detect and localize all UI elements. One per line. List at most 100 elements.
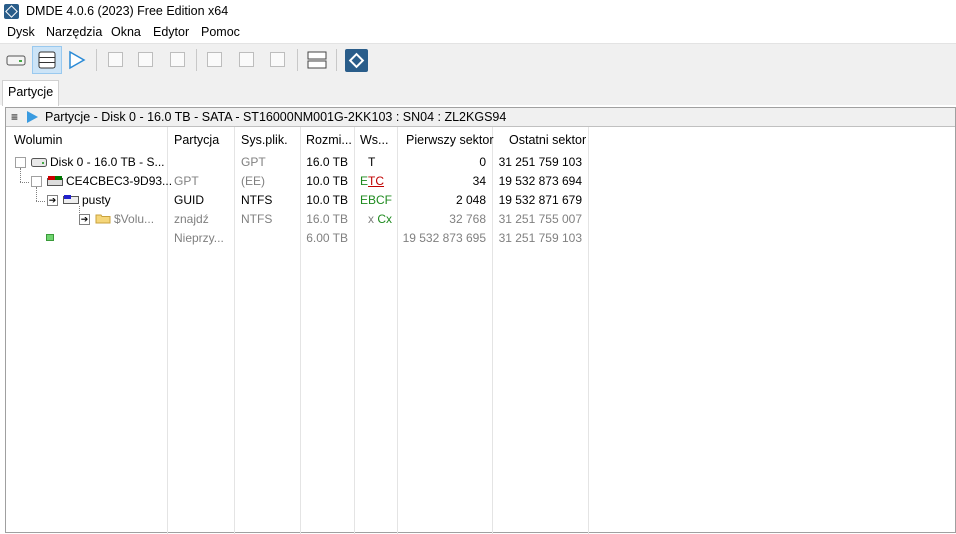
flags: EBCF xyxy=(360,193,393,207)
toolbar xyxy=(0,43,956,78)
tree-line xyxy=(36,201,45,202)
last-sector: 31 251 759 103 xyxy=(498,231,582,245)
disk-button[interactable] xyxy=(4,48,28,72)
tree-line xyxy=(20,168,21,182)
filesystem: NTFS xyxy=(241,193,273,207)
expand-icon[interactable]: ➔ xyxy=(79,214,90,225)
size: 10.0 TB xyxy=(306,174,348,188)
windows-button[interactable] xyxy=(305,48,329,72)
column-header-size[interactable]: Rozmi... xyxy=(306,133,352,147)
column-divider[interactable] xyxy=(234,127,235,534)
folder-icon xyxy=(95,214,111,224)
column-header-volume[interactable]: Wolumin xyxy=(14,133,62,147)
column-divider[interactable] xyxy=(588,127,589,534)
free-space-icon xyxy=(46,234,54,241)
toolbar-separator xyxy=(297,49,298,71)
size: 16.0 TB xyxy=(306,212,348,226)
volume-name: CE4CBEC3-9D93... xyxy=(66,174,173,188)
volume-flag-icon xyxy=(63,195,79,204)
app-logo-icon xyxy=(4,4,19,19)
filesystem: GPT xyxy=(241,155,266,169)
expand-icon[interactable]: ➔ xyxy=(47,195,58,206)
menu-bar: Dysk Narzędzia Okna Edytor Pomoc xyxy=(0,23,956,43)
menu-edytor[interactable]: Edytor xyxy=(153,25,189,39)
new-file-button[interactable] xyxy=(166,48,190,72)
first-sector: 0 xyxy=(479,155,486,169)
title-bar: DMDE 4.0.6 (2023) Free Edition x64 xyxy=(0,0,956,23)
recover-button[interactable] xyxy=(104,48,128,72)
last-sector: 19 532 871 679 xyxy=(498,193,582,207)
column-header-first-sector[interactable]: Pierwszy sektor xyxy=(406,133,494,147)
size: 6.00 TB xyxy=(306,231,348,245)
panel-header: ≡ Partycje - Disk 0 - 16.0 TB - SATA - S… xyxy=(6,108,955,127)
play-icon xyxy=(69,50,86,70)
recover-icon xyxy=(108,52,123,67)
menu-dysk[interactable]: Dysk xyxy=(7,25,35,39)
first-sector: 19 532 873 695 xyxy=(402,231,486,245)
dmde-logo-button[interactable] xyxy=(344,48,368,72)
filesystem: NTFS xyxy=(241,212,273,226)
column-divider[interactable] xyxy=(300,127,301,534)
grid-view-button[interactable] xyxy=(266,48,290,72)
flags: T xyxy=(368,155,376,169)
size: 16.0 TB xyxy=(306,155,348,169)
list-view-button[interactable] xyxy=(235,48,259,72)
row-checkbox[interactable] xyxy=(31,176,42,187)
column-divider[interactable] xyxy=(354,127,355,534)
row-checkbox[interactable] xyxy=(15,157,26,168)
toolbar-separator xyxy=(96,49,97,71)
partition-type: GUID xyxy=(174,193,204,207)
toolbar-separator xyxy=(196,49,197,71)
column-divider[interactable] xyxy=(167,127,168,534)
new-file-icon xyxy=(170,52,185,67)
toolbar-separator xyxy=(336,49,337,71)
dmde-logo-icon xyxy=(345,49,368,72)
column-header-filesystem[interactable]: Sys.plik. xyxy=(241,133,288,147)
column-header-flags[interactable]: Ws... xyxy=(360,133,388,147)
menu-narzedzia[interactable]: Narzędzia xyxy=(46,25,102,39)
last-sector: 31 251 755 007 xyxy=(498,212,582,226)
first-sector: 32 768 xyxy=(449,212,486,226)
menu-pomoc[interactable]: Pomoc xyxy=(201,25,240,39)
volume-name: $Volu... xyxy=(114,212,155,226)
grid-view-icon xyxy=(270,52,285,67)
list-view-icon xyxy=(239,52,254,67)
filesystem: (EE) xyxy=(241,174,265,188)
partition-type: GPT xyxy=(174,174,199,188)
column-header-partition[interactable]: Partycja xyxy=(174,133,219,147)
windows-icon xyxy=(307,51,327,69)
partitions-button[interactable] xyxy=(32,46,62,74)
tree-view-button[interactable] xyxy=(203,48,227,72)
tab-partycje[interactable]: Partycje xyxy=(2,80,60,106)
flags: x Cx xyxy=(368,212,393,226)
partitions-icon xyxy=(38,51,56,69)
column-divider[interactable] xyxy=(492,127,493,534)
partition-flag-icon xyxy=(47,176,63,186)
play-icon[interactable] xyxy=(27,111,38,123)
partitions-panel: ≡ Partycje - Disk 0 - 16.0 TB - SATA - S… xyxy=(5,107,956,534)
disk-icon xyxy=(31,158,47,167)
volume-name: pusty xyxy=(82,193,111,207)
hamburger-menu-icon[interactable]: ≡ xyxy=(11,110,18,124)
menu-okna[interactable]: Okna xyxy=(111,25,141,39)
search-icon xyxy=(138,52,153,67)
partition-type: Nieprzy... xyxy=(174,231,224,245)
disk-icon xyxy=(6,55,26,66)
open-volume-button[interactable] xyxy=(65,48,89,72)
size: 10.0 TB xyxy=(306,193,348,207)
last-sector: 19 532 873 694 xyxy=(498,174,582,188)
flags: ETC xyxy=(360,174,385,188)
search-button[interactable] xyxy=(134,48,158,72)
tab-bar: Partycje xyxy=(0,77,956,106)
panel-title: Partycje - Disk 0 - 16.0 TB - SATA - ST1… xyxy=(45,110,507,124)
partition-type: znajdź xyxy=(174,212,209,226)
window-title: DMDE 4.0.6 (2023) Free Edition x64 xyxy=(26,4,229,18)
column-divider[interactable] xyxy=(397,127,398,534)
tree-view-icon xyxy=(207,52,222,67)
tree-line xyxy=(36,187,37,201)
last-sector: 31 251 759 103 xyxy=(498,155,582,169)
column-header-last-sector[interactable]: Ostatni sektor xyxy=(509,133,586,147)
first-sector: 2 048 xyxy=(455,193,486,207)
first-sector: 34 xyxy=(472,174,486,188)
tree-line xyxy=(20,182,29,183)
